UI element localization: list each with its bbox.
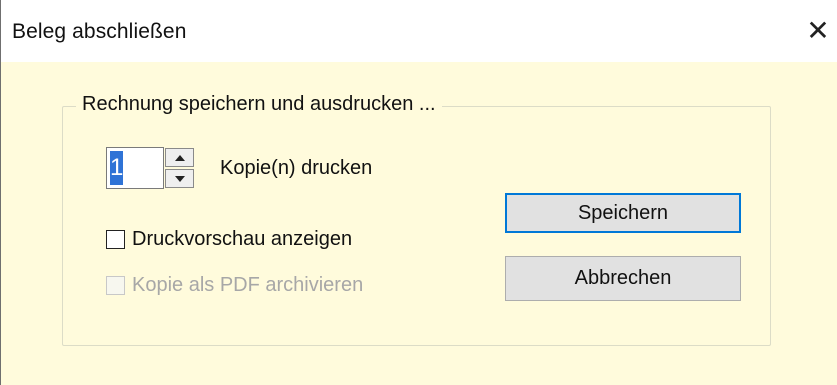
arrow-down-icon [174, 175, 185, 182]
stepper-down-button[interactable] [165, 169, 194, 188]
dialog-title: Beleg abschließen [12, 20, 187, 43]
pdf-archive-checkbox [106, 276, 125, 295]
copies-label: Kopie(n) drucken [220, 157, 373, 179]
copies-value: 1 [110, 151, 123, 185]
title-bar[interactable]: Beleg abschließen ✕ [1, 0, 837, 62]
preview-checkbox-label[interactable]: Druckvorschau anzeigen [132, 228, 352, 251]
save-button[interactable]: Speichern [505, 193, 741, 233]
copies-stepper[interactable] [165, 148, 194, 188]
preview-checkbox[interactable] [106, 230, 125, 249]
arrow-up-icon [174, 154, 185, 161]
close-icon[interactable]: ✕ [804, 17, 832, 46]
cancel-button[interactable]: Abbrechen [505, 256, 741, 301]
group-title: Rechnung speichern und ausdrucken ... [76, 93, 442, 116]
pdf-archive-checkbox-label: Kopie als PDF archivieren [132, 274, 364, 296]
stepper-up-button[interactable] [165, 148, 194, 167]
dialog-window: Beleg abschließen ✕ Rechnung speichern u… [0, 0, 837, 385]
copies-input[interactable]: 1 [106, 147, 164, 189]
